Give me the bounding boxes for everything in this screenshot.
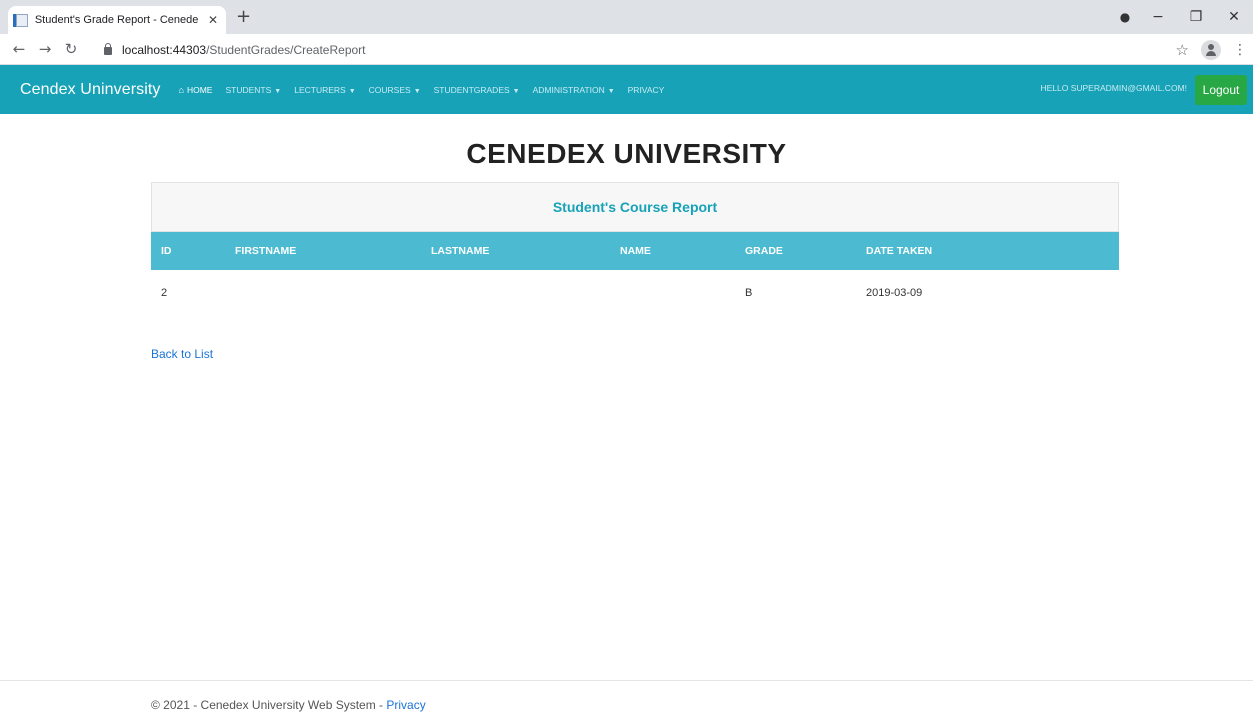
cell-lastname (421, 270, 610, 316)
window-controls: ● − ❐ ✕ (1111, 0, 1253, 34)
nav-students[interactable]: STUDENTS ▼ (225, 85, 281, 95)
minimize-icon[interactable]: − (1139, 9, 1177, 25)
browser-tab-bar: Student's Grade Report - Cenede ✕ + ● − … (0, 0, 1253, 34)
column-header-date-taken: DATE TAKEN (866, 245, 933, 257)
back-icon[interactable]: ← (6, 40, 32, 58)
home-icon: ⌂ (178, 84, 184, 95)
lock-icon[interactable] (104, 42, 112, 55)
nav-lecturers[interactable]: LECTURERS ▼ (294, 85, 355, 95)
favicon-icon (13, 13, 28, 27)
chevron-down-icon: ▼ (348, 87, 356, 95)
chevron-down-icon: ▼ (512, 87, 520, 95)
url-text: localhost:44303/StudentGrades/CreateRepo… (122, 43, 366, 57)
nav-privacy-label: PRIVACY (627, 84, 665, 95)
chevron-down-icon: ▼ (274, 87, 282, 95)
url-host: localhost:44303 (122, 42, 207, 57)
reload-icon[interactable]: ↻ (58, 40, 84, 58)
url-path: /StudentGrades/CreateReport (206, 42, 366, 57)
nav-courses[interactable]: COURSES ▼ (369, 85, 421, 95)
star-icon[interactable]: ☆ (1176, 41, 1189, 59)
table-row: 2 B 2019-03-09 (151, 270, 1119, 316)
report-header-panel: Student's Course Report (151, 182, 1119, 232)
cell-date-taken: 2019-03-09 (866, 287, 923, 299)
column-header-id: ID (161, 245, 172, 257)
close-icon[interactable]: ✕ (1215, 9, 1253, 25)
nav-studentgrades-label: STUDENTGRADES (433, 84, 510, 95)
site-navbar: Cendex Uninversity ⌂ HOME STUDENTS ▼ LECTU… (0, 65, 1253, 114)
page-title: CENEDEX UNIVERSITY (466, 138, 787, 169)
brand-link[interactable]: Cendex Uninversity (20, 81, 161, 99)
chevron-down-icon: ▼ (607, 87, 615, 95)
table-header: ID FIRSTNAME LASTNAME NAME GRADE DATE TA… (151, 232, 1119, 270)
chevron-down-icon: ▼ (413, 87, 421, 95)
kebab-menu-icon[interactable]: ⋮ (1233, 42, 1247, 58)
footer-privacy-link[interactable]: Privacy (386, 698, 425, 712)
profile-icon[interactable] (1201, 40, 1221, 60)
tab-close-icon[interactable]: ✕ (208, 13, 218, 27)
column-header-name: NAME (620, 245, 651, 257)
user-greeting[interactable]: HELLO SUPERADMIN@GMAIL.COM! (1040, 83, 1187, 93)
column-header-lastname: LASTNAME (431, 245, 490, 257)
table-body: 2 B 2019-03-09 (151, 270, 1119, 316)
grades-table: ID FIRSTNAME LASTNAME NAME GRADE DATE TA… (151, 232, 1119, 316)
cell-firstname (225, 270, 421, 316)
nav-home[interactable]: ⌂ HOME (179, 85, 213, 95)
column-header-firstname: FIRSTNAME (235, 245, 297, 257)
nav-links: ⌂ HOME STUDENTS ▼ LECTURERS ▼ COURSES ▼ STUD… (179, 85, 678, 95)
nav-privacy[interactable]: PRIVACY (628, 85, 665, 95)
cell-grade: B (745, 287, 753, 299)
footer-text: © 2021 - Cenedex University Web System - (151, 698, 387, 712)
tab-title: Student's Grade Report - Cenede (34, 14, 199, 26)
report-title: Student's Course Report (552, 199, 718, 215)
logout-button[interactable]: Logout (1195, 75, 1247, 105)
cell-id: 2 (161, 287, 168, 299)
url-field[interactable]: localhost:44303/StudentGrades/CreateRepo… (104, 38, 1204, 61)
address-bar-actions: ☆ ⋮ (1176, 40, 1247, 60)
column-header-grade: GRADE (745, 245, 783, 257)
new-tab-icon[interactable]: + (236, 8, 251, 26)
nav-studentgrades[interactable]: STUDENTGRADES ▼ (434, 85, 520, 95)
footer: © 2021 - Cenedex University Web System -… (151, 698, 426, 712)
nav-students-label: STUDENTS (225, 84, 272, 95)
cell-name (610, 270, 735, 316)
footer-divider (0, 680, 1253, 681)
nav-courses-label: COURSES (368, 84, 411, 95)
nav-administration[interactable]: ADMINISTRATION ▼ (533, 85, 615, 95)
nav-administration-label: ADMINISTRATION (532, 84, 605, 95)
table-header-row: ID FIRSTNAME LASTNAME NAME GRADE DATE TA… (151, 232, 1119, 270)
nav-home-label: HOME (186, 84, 213, 95)
nav-lecturers-label: LECTURERS (294, 84, 346, 95)
address-bar: ← → ↻ localhost:44303/StudentGrades/Crea… (0, 34, 1253, 65)
extension-icon[interactable]: ● (1111, 10, 1139, 24)
restore-icon[interactable]: ❐ (1177, 9, 1215, 25)
browser-tab[interactable]: Student's Grade Report - Cenede ✕ (8, 6, 226, 34)
forward-icon[interactable]: → (32, 40, 58, 58)
back-to-list-link[interactable]: Back to List (151, 347, 213, 361)
